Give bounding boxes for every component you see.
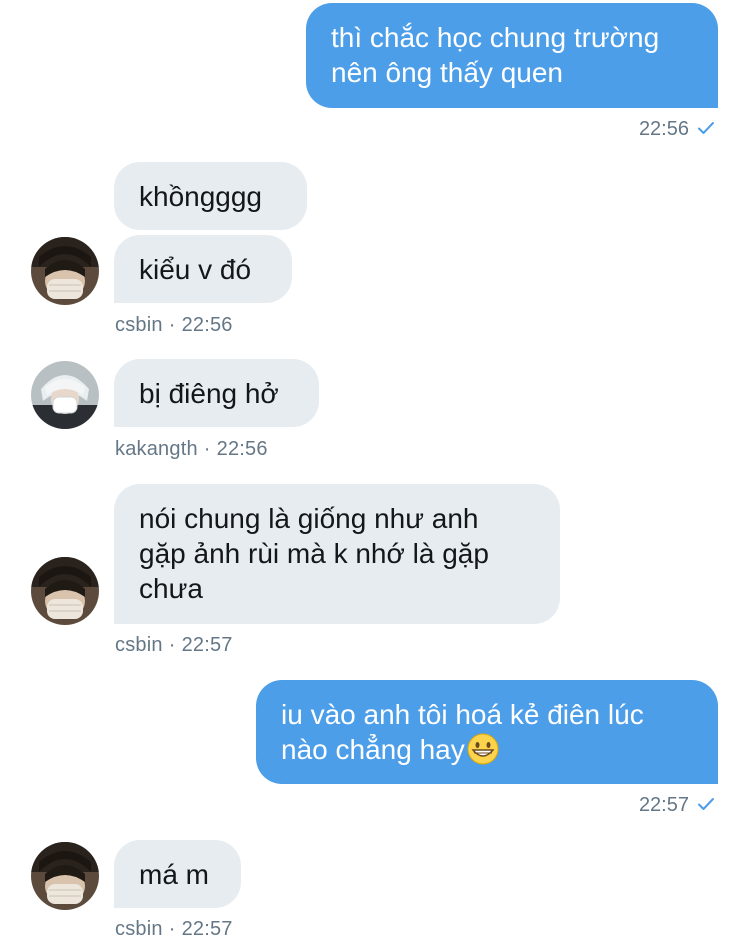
message-timestamp: 22:56 xyxy=(639,118,715,141)
timestamp-text: 22:57 xyxy=(181,918,233,940)
avatar-csbin[interactable] xyxy=(31,557,99,625)
sender-name[interactable]: kakangth xyxy=(115,438,198,460)
message-timestamp: 22:57 xyxy=(639,794,715,817)
meta-separator: · xyxy=(203,438,211,460)
incoming-message[interactable]: nói chung là giống như anh gặp ảnh rùi m… xyxy=(114,484,560,624)
message-meta: csbin · 22:57 xyxy=(115,634,233,657)
message-meta: csbin · 22:57 xyxy=(115,918,233,941)
grinning-face-emoji xyxy=(467,733,499,765)
check-icon xyxy=(698,797,714,810)
meta-separator: · xyxy=(168,314,176,336)
sender-name[interactable]: csbin xyxy=(115,634,163,656)
message-meta: kakangth · 22:56 xyxy=(115,438,268,461)
timestamp-text: 22:57 xyxy=(181,634,233,656)
timestamp-text: 22:57 xyxy=(638,794,689,816)
incoming-message[interactable]: khồngggg xyxy=(114,162,307,230)
check-icon xyxy=(698,121,714,134)
avatar-csbin[interactable] xyxy=(31,237,99,305)
avatar-csbin[interactable] xyxy=(31,842,99,910)
timestamp-text: 22:56 xyxy=(638,118,689,140)
timestamp-text: 22:56 xyxy=(216,438,268,460)
sender-name[interactable]: csbin xyxy=(115,314,163,336)
outgoing-message[interactable]: iu vào anh tôi hoá kẻ điên lúc nào chẳng… xyxy=(256,680,718,784)
sender-name[interactable]: csbin xyxy=(115,918,163,940)
meta-separator: · xyxy=(168,918,176,940)
incoming-message[interactable]: kiểu v đó xyxy=(114,235,292,303)
outgoing-message[interactable]: thì chắc học chung trường nên ông thấy q… xyxy=(306,3,718,108)
meta-separator: · xyxy=(168,634,176,656)
incoming-message[interactable]: má m xyxy=(114,840,241,908)
message-meta: csbin · 22:56 xyxy=(115,314,233,337)
incoming-message[interactable]: bị điêng hở xyxy=(114,359,319,427)
message-text: iu vào anh tôi hoá kẻ điên lúc nào chẳng… xyxy=(281,699,644,765)
timestamp-text: 22:56 xyxy=(181,314,233,336)
avatar-kakangth[interactable] xyxy=(31,361,99,429)
